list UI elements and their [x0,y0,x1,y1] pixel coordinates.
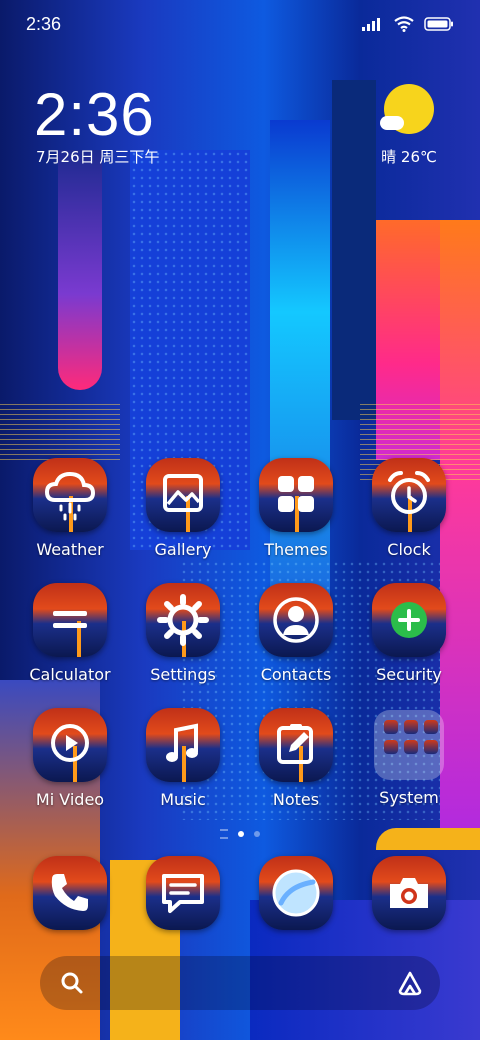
app-label: System [379,788,439,807]
image-icon [163,474,203,512]
app-contacts[interactable]: Contacts [246,583,346,684]
equals-icon [53,611,87,628]
grid-squares-icon [278,476,314,512]
app-icon [146,856,220,930]
pencil-note-icon [277,724,313,764]
gear-icon [157,594,209,646]
app-themes[interactable]: Themes [246,458,346,559]
weather-widget[interactable]: 晴 26℃ [374,84,444,167]
page-dot[interactable] [254,831,260,837]
message-icon [162,874,204,913]
plus-shield-icon [391,602,427,638]
app-icon [146,458,220,532]
dock-phone[interactable] [20,856,120,930]
page-dot-active[interactable] [238,831,244,837]
dock-messaging[interactable] [133,856,233,930]
cloud-rain-icon [44,471,96,521]
app-gallery[interactable]: Gallery [133,458,233,559]
app-label: Settings [150,665,216,684]
app-icon [372,458,446,532]
app-icon [372,583,446,657]
app-icon [33,708,107,782]
app-label: Music [160,790,206,809]
app-icon [259,583,333,657]
dock-browser[interactable] [246,856,346,930]
app-weather[interactable]: Weather [20,458,120,559]
page-list-icon[interactable] [220,829,228,839]
app-label: Contacts [260,665,332,684]
search-icon[interactable] [60,971,84,995]
app-label: Weather [36,540,104,559]
signal-icon [362,18,380,31]
app-calculator[interactable]: Calculator [20,583,120,684]
clock-date: 7月26日 周三下午 [36,148,160,166]
battery-icon [424,17,453,31]
app-icon [146,708,220,782]
browser-icon [272,869,320,917]
phone-icon [51,874,88,911]
app-label: Themes [264,540,328,559]
assistant-icon[interactable] [396,969,424,997]
page-indicator[interactable] [0,829,480,839]
app-mi-video[interactable]: Mi Video [20,708,120,809]
music-note-icon [166,723,198,762]
app-notes[interactable]: Notes [246,708,346,809]
app-label: Clock [387,540,431,559]
alarm-clock-icon [388,471,430,514]
home-screen: 2:36 2:36 7月26日 周三下午 晴 26℃ Weather Galle… [0,0,480,1040]
app-label: Mi Video [35,790,105,809]
app-label: Notes [272,790,320,809]
app-settings[interactable]: Settings [133,583,233,684]
app-icon [33,583,107,657]
dock-camera[interactable] [359,856,459,930]
app-icon [372,856,446,930]
person-icon [273,597,319,643]
app-label: Gallery [154,540,212,559]
app-icon [33,458,107,532]
status-time: 2:36 [26,14,62,34]
app-icon [259,458,333,532]
app-icon [146,583,220,657]
search-bar[interactable] [40,956,440,1010]
status-bar: 2:36 [0,0,480,50]
weather-temperature: 晴 26℃ [381,148,437,166]
app-icon [33,856,107,930]
app-security[interactable]: Security [359,583,459,684]
wifi-icon [394,16,414,32]
app-icon [259,708,333,782]
app-clock[interactable]: Clock [359,458,459,559]
clock-time[interactable]: 2:36 [34,80,155,149]
app-label: Security [376,665,442,684]
camera-icon [390,878,428,908]
play-icon [51,724,89,762]
folder-icon [374,710,444,780]
app-icon [259,856,333,930]
sun-cloud-icon [380,84,434,134]
folder-system[interactable]: System [359,708,459,807]
app-label: Calculator [29,665,111,684]
app-music[interactable]: Music [133,708,233,809]
